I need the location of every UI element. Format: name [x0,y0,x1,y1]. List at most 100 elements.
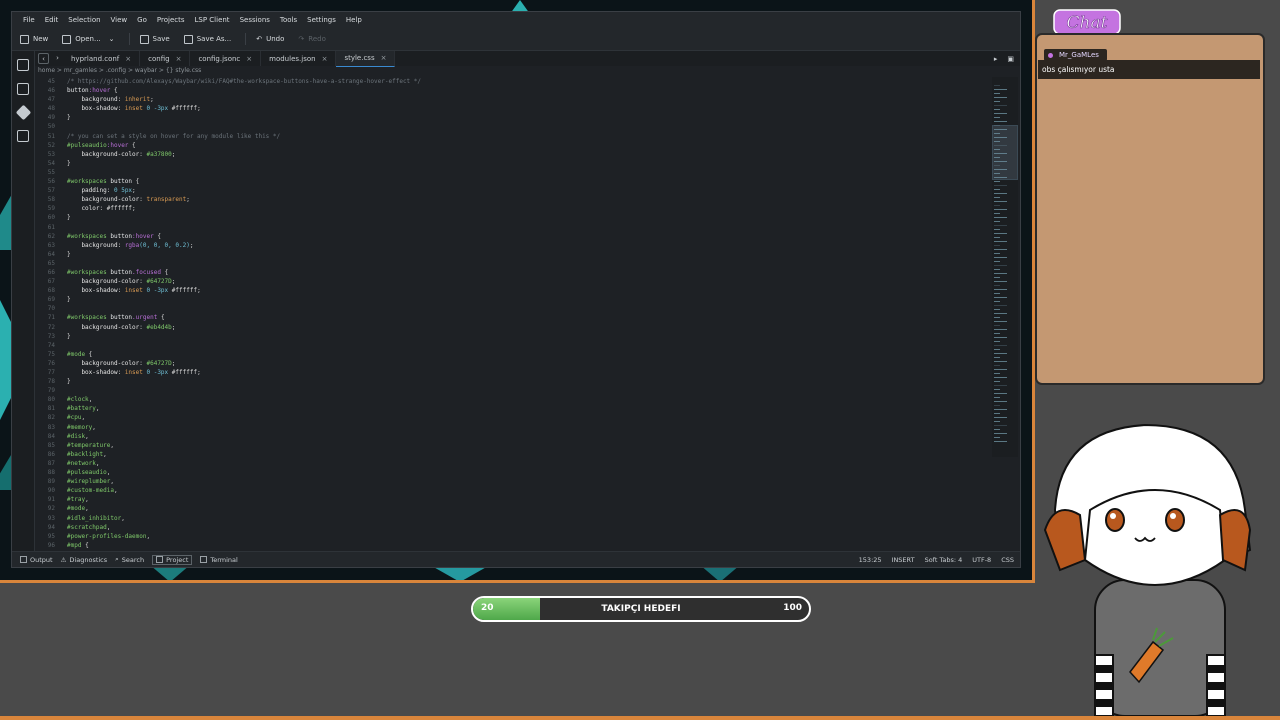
code-line[interactable]: 77 box-shadow: inset 0 -3px #ffffff; [35,368,993,377]
code-line[interactable]: 68 box-shadow: inset 0 -3px #ffffff; [35,286,993,295]
code-line[interactable]: 88 #pulseaudio, [35,468,993,477]
open-button[interactable]: Open... ⌄ [62,34,115,44]
redo-button[interactable]: ↷ Redo [298,35,325,43]
code-line[interactable]: 59 color: #ffffff; [35,204,993,213]
project-button[interactable]: Project [152,554,193,565]
code-editor[interactable]: 45 /* https://github.com/Alexays/Waybar/w… [35,77,993,554]
code-line[interactable]: 63 background: rgba(0, 0, 0, 0.2); [35,241,993,250]
breadcrumb[interactable]: home > mr_gamles > .config > waybar > {}… [38,67,201,77]
code-line[interactable]: 51 /* you can set a style on hover for an… [35,132,993,141]
code-line[interactable]: 94 #scratchpad, [35,523,993,532]
close-icon[interactable]: × [381,54,387,62]
save-button[interactable]: Save [139,34,170,44]
code-line[interactable]: 89 #wireplumber, [35,477,993,486]
code-line[interactable]: 48 box-shadow: inset 0 -3px #ffffff; [35,104,993,113]
save-as-button[interactable]: Save As... [183,34,231,44]
code-line[interactable]: 79 [35,386,993,395]
tab-modules-json[interactable]: modules.json × [261,51,337,66]
menu-go[interactable]: Go [132,16,152,24]
code-line[interactable]: 86 #backlight, [35,450,993,459]
code-line[interactable]: 81 #battery, [35,404,993,413]
tab-config[interactable]: config × [140,51,191,66]
code-line[interactable]: 56 #workspaces button { [35,177,993,186]
code-line[interactable]: 76 background-color: #64727D; [35,359,993,368]
tab-style-css[interactable]: style.css × [336,50,396,67]
search-button[interactable]: ⌕ Search [115,555,144,564]
code-line[interactable]: 84 #disk, [35,432,993,441]
list-icon[interactable] [17,83,29,95]
code-line[interactable]: 53 background-color: #a37800; [35,150,993,159]
menu-help[interactable]: Help [341,16,367,24]
code-line[interactable]: 46 button:hover { [35,86,993,95]
terminal-button[interactable]: Terminal [200,556,238,564]
syntax-mode[interactable]: CSS [1001,556,1014,564]
git-icon[interactable] [15,104,31,121]
menu-tools[interactable]: Tools [275,16,302,24]
code-line[interactable]: 60} [35,213,993,222]
code-line[interactable]: 50 [35,122,993,131]
split-view-icon[interactable]: ▣ [1007,55,1014,63]
symbols-icon[interactable] [17,130,29,142]
chevron-down-icon[interactable]: ⌄ [109,35,115,43]
code-line[interactable]: 66 #workspaces button.focused { [35,268,993,277]
code-line[interactable]: 82 #cpu, [35,413,993,422]
back-button[interactable]: ‹ [38,53,49,64]
code-line[interactable]: 69} [35,295,993,304]
menu-sessions[interactable]: Sessions [235,16,275,24]
code-line[interactable]: 47 background: inherit; [35,95,993,104]
code-line[interactable]: 72 background-color: #eb4d4b; [35,323,993,332]
indent-setting[interactable]: Soft Tabs: 4 [925,556,963,564]
code-line[interactable]: 85 #temperature, [35,441,993,450]
documents-icon[interactable] [17,59,29,71]
code-line[interactable]: 91 #tray, [35,495,993,504]
undo-button[interactable]: ↶ Undo [256,35,284,43]
code-line[interactable]: 52 #pulseaudio:hover { [35,141,993,150]
menu-view[interactable]: View [106,16,133,24]
code-line[interactable]: 83 #memory, [35,423,993,432]
code-line[interactable]: 73} [35,332,993,341]
code-line[interactable]: 64} [35,250,993,259]
code-line[interactable]: 95 #power-profiles-daemon, [35,532,993,541]
code-line[interactable]: 78} [35,377,993,386]
close-icon[interactable]: × [176,55,182,63]
menu-file[interactable]: File [18,16,40,24]
code-line[interactable]: 58 background-color: transparent; [35,195,993,204]
close-icon[interactable]: × [246,55,252,63]
code-line[interactable]: 45 /* https://github.com/Alexays/Waybar/w… [35,77,993,86]
code-line[interactable]: 54} [35,159,993,168]
new-button[interactable]: New [20,34,48,44]
code-line[interactable]: 61 [35,223,993,232]
menu-settings[interactable]: Settings [302,16,341,24]
menu-projects[interactable]: Projects [152,16,190,24]
tab-hyprland-conf[interactable]: hyprland.conf × [63,51,141,66]
code-line[interactable]: 70 [35,304,993,313]
code-line[interactable]: 80 #clock, [35,395,993,404]
tab-config-jsonc[interactable]: config.jsonc × [190,51,262,66]
code-line[interactable]: 57 padding: 0 5px; [35,186,993,195]
code-line[interactable]: 96 #mpd { [35,541,993,550]
code-line[interactable]: 71 #workspaces button.urgent { [35,313,993,322]
close-icon[interactable]: × [125,55,131,63]
code-line[interactable]: 62 #workspaces button:hover { [35,232,993,241]
forward-button[interactable]: › [52,53,63,64]
code-line[interactable]: 65 [35,259,993,268]
encoding[interactable]: UTF-8 [972,556,991,564]
code-line[interactable]: 93 #idle_inhibitor, [35,514,993,523]
output-button[interactable]: Output [20,556,53,564]
menu-selection[interactable]: Selection [63,16,105,24]
menu-edit[interactable]: Edit [40,16,64,24]
code-line[interactable]: 90 #custom-media, [35,486,993,495]
code-line[interactable]: 49} [35,113,993,122]
code-line[interactable]: 55 [35,168,993,177]
code-line[interactable]: 67 background-color: #64727D; [35,277,993,286]
tab-list-icon[interactable]: ▸ [994,55,998,63]
input-mode[interactable]: INSERT [892,556,915,564]
diagnostics-button[interactable]: ⚠ Diagnostics [61,556,108,564]
code-line[interactable]: 74 [35,341,993,350]
code-line[interactable]: 92 #mode, [35,504,993,513]
menu-lsp-client[interactable]: LSP Client [190,16,235,24]
close-icon[interactable]: × [322,55,328,63]
code-line[interactable]: 75 #mode { [35,350,993,359]
minimap[interactable] [992,77,1018,457]
code-line[interactable]: 87 #network, [35,459,993,468]
